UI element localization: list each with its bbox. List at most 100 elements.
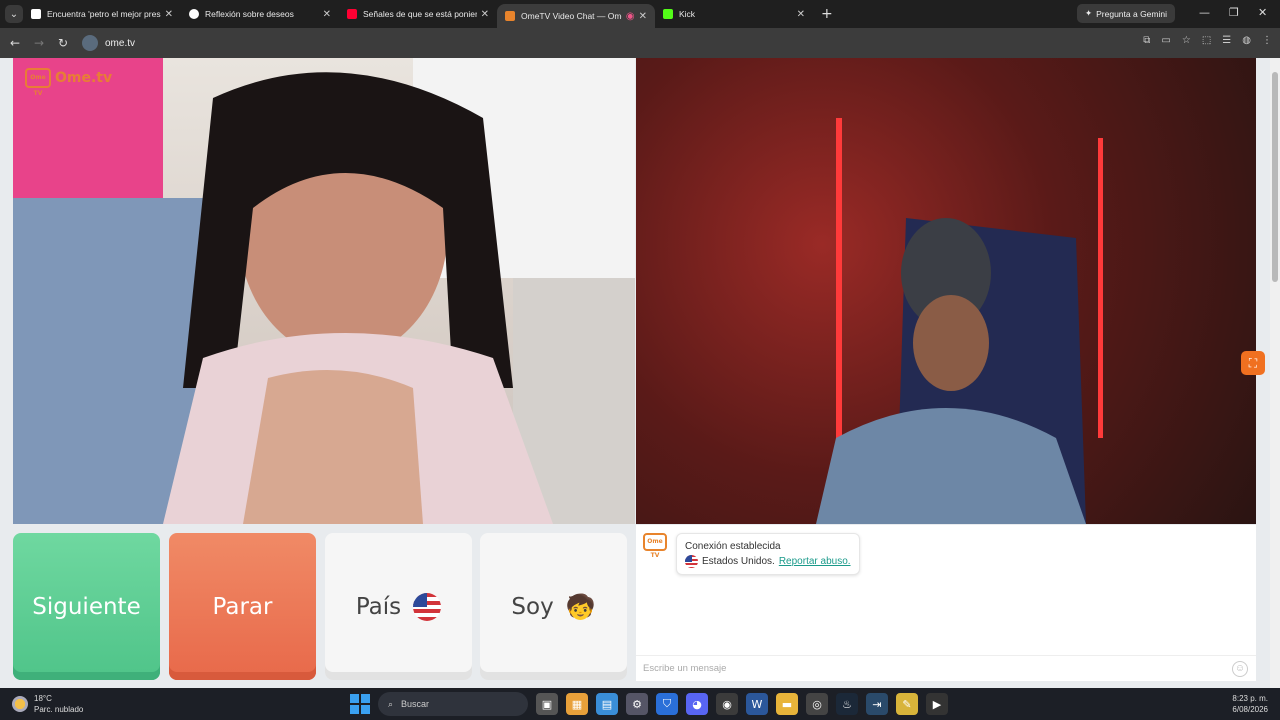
tab-4[interactable]: Kick ✕ — [655, 0, 813, 28]
ometv-icon — [505, 11, 515, 21]
message-input[interactable]: Escribe un mensaje ☺ — [636, 655, 1256, 681]
notes-icon[interactable]: ✎ — [896, 693, 918, 715]
reload-icon[interactable]: ↻ — [51, 36, 75, 50]
weather-widget[interactable]: 18°C Parc. nublado — [12, 693, 83, 715]
tab-2[interactable]: Señales de que se está ponienc ✕ — [339, 0, 497, 28]
page-scrollbar[interactable] — [1270, 58, 1280, 688]
file-explorer-icon[interactable]: ▬ — [776, 693, 798, 715]
new-tab-button[interactable]: + — [821, 6, 833, 22]
tiktok-icon — [31, 9, 41, 19]
forward-icon[interactable]: → — [27, 36, 51, 50]
close-icon[interactable]: ✕ — [323, 9, 331, 20]
steam-icon[interactable]: ♨ — [836, 693, 858, 715]
stranger-country: Estados Unidos. — [702, 556, 775, 567]
tab-3[interactable]: OmeTV Video Chat — Ome ◉ ✕ — [497, 4, 655, 28]
restore-icon[interactable]: ❐ — [1229, 6, 1239, 19]
discord-icon[interactable]: ◕ — [686, 693, 708, 715]
clock-time: 8:23 p. m. — [1232, 694, 1268, 703]
ometv-logo-box: Ome TV — [25, 68, 51, 97]
recording-icon: ◉ — [625, 10, 635, 22]
chatgpt-icon — [189, 9, 199, 19]
gemini-icon: ✦ — [1085, 8, 1093, 18]
clock-date: 6/08/2026 — [1232, 705, 1268, 714]
media-player-icon[interactable]: ▶ — [926, 693, 948, 715]
stop-label: Parar — [212, 593, 273, 620]
system-message: Conexión establecida Estados Unidos. Rep… — [676, 533, 860, 575]
next-button[interactable]: Siguiente — [13, 533, 160, 680]
us-flag-small-icon — [685, 555, 698, 568]
task-view-icon[interactable]: ▣ — [536, 693, 558, 715]
close-icon[interactable]: ✕ — [639, 11, 647, 22]
tab-title: Reflexión sobre deseos — [205, 9, 294, 19]
stranger-video-frame — [13, 58, 635, 524]
youtube-icon — [347, 9, 357, 19]
close-icon[interactable]: ✕ — [481, 9, 489, 20]
report-abuse-link[interactable]: Reportar abuso. — [779, 554, 851, 569]
screenshot-icon[interactable]: ⛶ — [1241, 351, 1265, 375]
chat-ometv-logo: Ome TV — [643, 533, 667, 559]
tab-title: OmeTV Video Chat — Ome — [521, 11, 622, 21]
extensions-icon[interactable]: ⬚ — [1202, 35, 1211, 46]
obs-icon[interactable]: ◎ — [806, 693, 828, 715]
app-arrow-icon[interactable]: ⇥ — [866, 693, 888, 715]
ometv-logo-text: Ome.tv — [55, 70, 113, 86]
partly-cloudy-icon — [12, 696, 28, 712]
gemini-button[interactable]: ✦ Pregunta a Gemini — [1077, 4, 1175, 23]
cast-icon[interactable]: ▭ — [1161, 35, 1170, 46]
country-label: País — [355, 593, 402, 620]
word-icon[interactable]: W — [746, 693, 768, 715]
close-window-icon[interactable]: ✕ — [1258, 6, 1267, 19]
ometv-page: Ome TV Ome.tv ⛶ Siguiente Parar País Soy… — [0, 58, 1270, 688]
gender-label: Soy — [511, 593, 554, 620]
profile-avatar[interactable]: ◍ — [1242, 35, 1251, 46]
self-video-frame — [816, 118, 1103, 524]
defender-icon[interactable]: ⛉ — [656, 693, 678, 715]
message-placeholder: Escribe un mensaje — [643, 663, 727, 674]
bookmark-star-icon[interactable]: ☆ — [1182, 35, 1191, 46]
stop-button[interactable]: Parar — [169, 533, 316, 680]
menu-icon[interactable]: ⋮ — [1262, 35, 1272, 46]
photos-icon[interactable]: ▤ — [596, 693, 618, 715]
self-video — [636, 58, 1256, 524]
taskbar-search[interactable]: ⌕ Buscar — [378, 692, 528, 716]
windows-start-icon[interactable] — [350, 694, 370, 714]
taskbar-apps: ⌕ Buscar ▣ ▦ ▤ ⚙ ⛉ ◕ ◉ W ▬ ◎ ♨ ⇥ ✎ ▶ — [350, 692, 948, 716]
address-bar[interactable]: ome.tv — [82, 32, 1082, 54]
ometv-logo: Ome TV Ome.tv — [25, 68, 113, 97]
store-icon[interactable]: ▦ — [566, 693, 588, 715]
gemini-label: Pregunta a Gemini — [1096, 8, 1167, 19]
weather-status: Parc. nublado — [34, 705, 84, 714]
address-toolbar: ← → ↻ ome.tv ⧉ ▭ ☆ ⬚ ☰ ◍ ⋮ — [0, 28, 1280, 58]
media-icon[interactable]: ☰ — [1222, 35, 1231, 46]
scrollbar-thumb[interactable] — [1272, 72, 1278, 282]
tab-title: Encuentra 'petro el mejor presi — [47, 9, 161, 19]
kick-icon — [663, 9, 673, 19]
close-icon[interactable]: ✕ — [797, 9, 805, 20]
us-flag-icon — [413, 592, 442, 621]
country-filter-button[interactable]: País — [325, 533, 472, 680]
search-label: Buscar — [401, 699, 430, 709]
settings-gear-icon[interactable]: ⚙ — [626, 693, 648, 715]
close-icon[interactable]: ✕ — [165, 9, 173, 20]
chrome-icon[interactable]: ◉ — [716, 693, 738, 715]
tab-1[interactable]: Reflexión sobre deseos ✕ — [181, 0, 339, 28]
emoji-icon[interactable]: ☺ — [1232, 661, 1248, 677]
minimize-icon[interactable]: — — [1199, 6, 1210, 19]
temperature: 18°C — [34, 694, 52, 703]
back-icon[interactable]: ← — [3, 36, 27, 50]
tab-title: Kick — [679, 9, 696, 19]
tab-strip: ⌄ Encuentra 'petro el mejor presi ✕ Refl… — [0, 0, 1280, 28]
boy-face-icon: 🧒 — [565, 592, 596, 621]
translate-icon[interactable]: ⧉ — [1143, 35, 1150, 46]
tab-0[interactable]: Encuentra 'petro el mejor presi ✕ — [23, 0, 181, 28]
gender-button[interactable]: Soy 🧒 — [480, 533, 627, 680]
chat-panel: Ome TV Conexión establecida Estados Unid… — [636, 525, 1256, 681]
tab-title: Señales de que se está ponienc — [363, 9, 477, 19]
site-info-icon[interactable] — [82, 35, 98, 51]
search-icon: ⌕ — [388, 698, 394, 709]
windows-taskbar: 18°C Parc. nublado ⌕ Buscar ▣ ▦ ▤ ⚙ ⛉ ◕ … — [0, 688, 1280, 720]
tab-search-icon[interactable]: ⌄ — [5, 5, 23, 23]
system-clock[interactable]: 8:23 p. m. 6/08/2026 — [1232, 693, 1268, 715]
toolbar-icons: ⧉ ▭ ☆ ⬚ ☰ ◍ ⋮ — [1143, 35, 1272, 46]
connection-status: Conexión establecida — [685, 541, 781, 552]
